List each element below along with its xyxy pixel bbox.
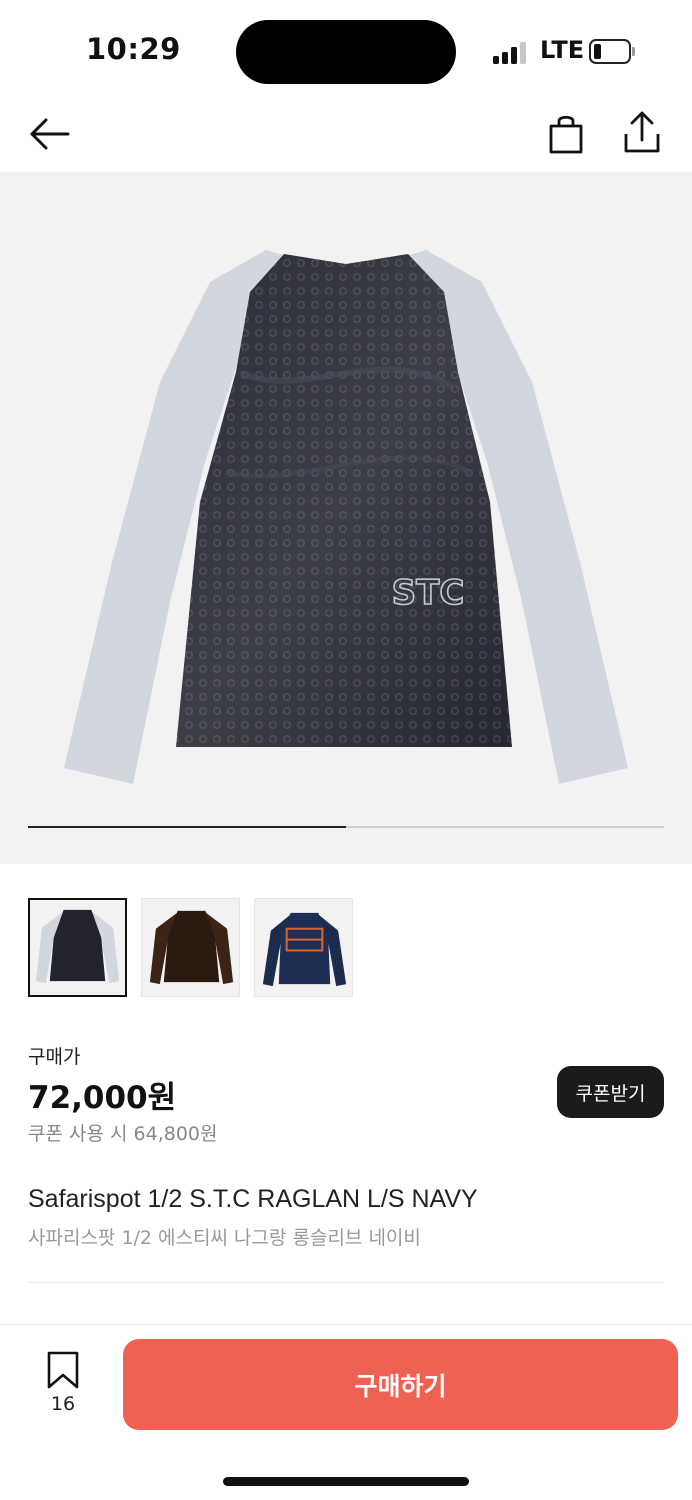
divider <box>28 1282 664 1283</box>
carousel-progress-track <box>28 826 664 828</box>
product-name-korean: 사파리스팟 1/2 에스티씨 나그랑 롱슬리브 네이비 <box>28 1227 421 1249</box>
bottom-purchase-bar: 16 구매하기 <box>0 1324 692 1500</box>
dynamic-island <box>236 20 456 84</box>
buy-button[interactable]: 구매하기 <box>123 1339 678 1430</box>
carousel-progress-fill <box>28 826 346 828</box>
back-arrow-icon[interactable] <box>26 112 74 156</box>
thumbnail-brown[interactable] <box>141 898 240 997</box>
network-label: LTE <box>540 36 585 64</box>
status-bar: 10:29 LTE <box>0 0 692 100</box>
get-coupon-button[interactable]: 쿠폰받기 <box>557 1066 664 1118</box>
product-image: STC <box>64 250 628 784</box>
thumbnail-navy[interactable] <box>28 898 127 997</box>
price-value: 72,000원 <box>28 1080 177 1116</box>
thumbnail-graphic[interactable] <box>254 898 353 997</box>
logo-text: STC <box>392 573 465 613</box>
bookmark-icon <box>47 1351 79 1389</box>
battery-icon <box>589 39 635 64</box>
bookmark-button[interactable]: 16 <box>38 1351 88 1421</box>
signal-icon <box>493 40 527 64</box>
shopping-bag-icon[interactable] <box>544 112 588 156</box>
bookmark-count: 16 <box>50 1393 76 1415</box>
price-label: 구매가 <box>28 1046 81 1068</box>
nav-bar <box>0 100 692 172</box>
product-image-carousel[interactable]: STC <box>0 172 692 864</box>
status-time: 10:29 <box>86 32 181 66</box>
share-icon[interactable] <box>620 110 664 156</box>
product-name: Safarispot 1/2 S.T.C RAGLAN L/S NAVY <box>28 1185 478 1213</box>
coupon-price: 쿠폰 사용 시 64,800원 <box>28 1123 218 1145</box>
home-indicator <box>223 1477 469 1486</box>
